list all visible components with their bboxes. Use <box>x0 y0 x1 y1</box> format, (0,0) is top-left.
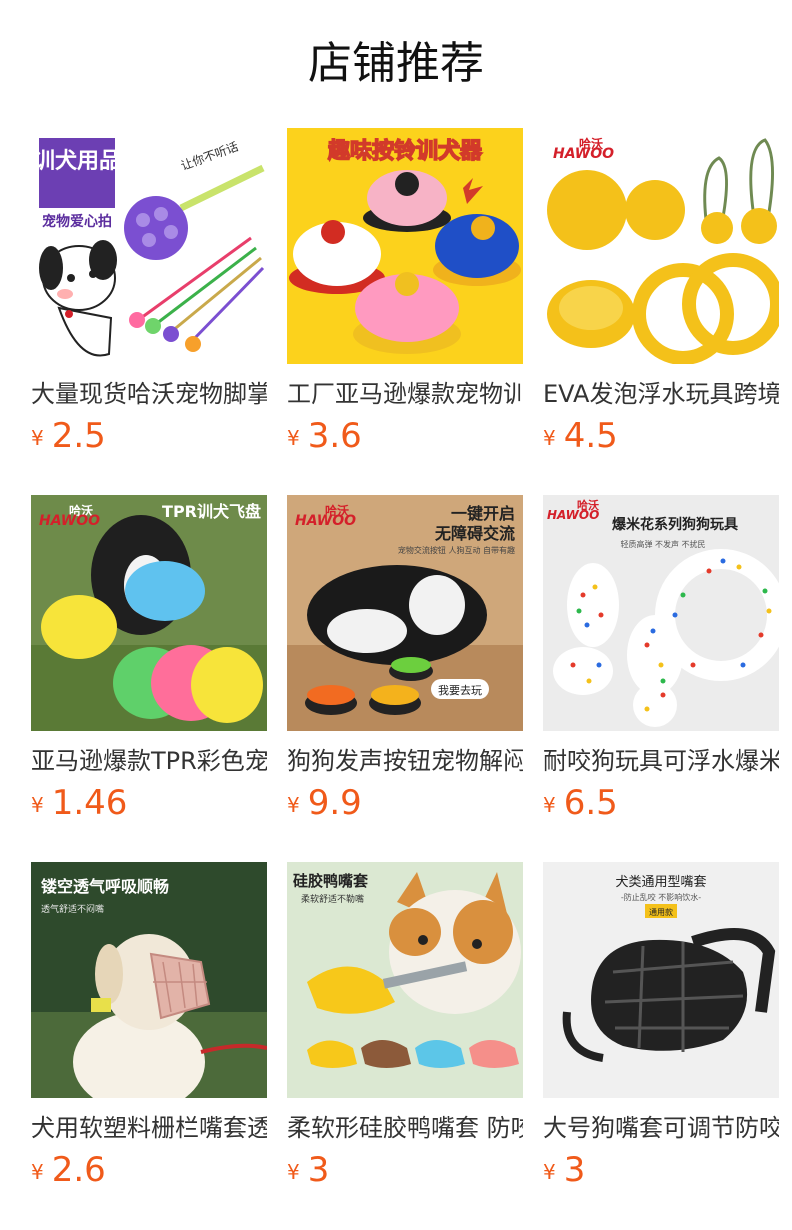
product-name[interactable]: 犬用软塑料栅栏嘴套透气 <box>31 1112 267 1144</box>
currency-symbol: ¥ <box>31 793 44 817</box>
image-tag-text: 通用款 <box>649 907 673 917</box>
price-amount: 3.6 <box>307 416 362 456</box>
product-card[interactable]: 镂空透气呼吸顺畅 透气舒适不闷嘴 犬用软塑料栅栏嘴套透气 ¥2.6 <box>31 862 267 1202</box>
product-image[interactable]: 犬类通用型嘴套 -防止乱咬 不影响饮水- 通用款 <box>543 862 779 1098</box>
product-name[interactable]: 大号狗嘴套可调节防咬防乱吃 <box>543 1112 779 1144</box>
image-sub-text: 宠物交流按钮 人狗互动 自带有趣 <box>398 545 515 555</box>
price-amount: 1.46 <box>51 783 128 823</box>
product-card[interactable]: 训犬用品 宠物爱心拍 让你不听话 大量现货哈沃宠物脚掌 ¥ 2.5 <box>31 128 267 468</box>
product-card[interactable]: 哈沃 HAWOO 一键开启 无障碍交流 宠物交流按钮 人狗互动 自带有趣 我要去… <box>287 495 523 835</box>
product-price: ¥3 <box>287 1150 329 1190</box>
image-sub-text: -防止乱咬 不影响饮水- <box>621 892 701 902</box>
logo-en-text: HAWOO <box>39 513 100 529</box>
product-image[interactable]: 哈沃 HAWOO 一键开启 无障碍交流 宠物交流按钮 人狗互动 自带有趣 我要去… <box>287 495 523 731</box>
product-card[interactable]: 犬类通用型嘴套 -防止乱咬 不影响饮水- 通用款 大号狗嘴套可调节防咬防乱吃 ¥… <box>543 862 779 1202</box>
price-amount: 6.5 <box>563 783 618 823</box>
product-price: ¥9.9 <box>287 783 362 823</box>
currency-symbol: ¥ <box>543 793 556 817</box>
logo-en-text: HAWOO <box>295 513 356 529</box>
product-card[interactable]: 趣味按铃训犬器 工厂亚马逊爆款宠物训练铃 ¥3.6 <box>287 128 523 468</box>
image-banner-text: TPR训犬飞盘 <box>162 502 261 521</box>
product-price: ¥4.5 <box>543 416 618 456</box>
product-name[interactable]: 耐咬狗玩具可浮水爆米花系列 <box>543 745 779 777</box>
image-sub-text: 柔软舒适不勒嘴 <box>301 893 364 905</box>
price-amount: 2.5 <box>51 416 106 456</box>
product-name[interactable]: 工厂亚马逊爆款宠物训练铃 <box>287 378 523 410</box>
currency-symbol: ¥ <box>287 426 300 450</box>
image-sub-text: 宠物爱心拍 <box>42 213 112 230</box>
page-title: 店铺推荐 <box>308 38 484 89</box>
product-price: ¥3 <box>543 1150 585 1190</box>
product-image[interactable]: 哈沃 HAWOO <box>543 128 779 364</box>
currency-symbol: ¥ <box>287 793 300 817</box>
image-sub-text: 透气舒适不闷嘴 <box>41 903 104 915</box>
currency-symbol: ¥ <box>287 1160 300 1184</box>
product-image[interactable]: 哈沃 HAWOO TPR训犬飞盘 <box>31 495 267 731</box>
image-banner-text: 趣味按铃训犬器 <box>327 138 483 164</box>
price-amount: 3 <box>307 1150 330 1190</box>
price-amount: 4.5 <box>563 416 618 456</box>
currency-symbol: ¥ <box>31 1160 44 1184</box>
image-banner-text: 犬类通用型嘴套 <box>615 874 706 890</box>
product-card[interactable]: 哈沃 HAWOO EVA发泡浮水玩具跨境爆款 ¥4.5 <box>543 128 779 468</box>
currency-symbol: ¥ <box>31 426 44 450</box>
product-price: ¥3.6 <box>287 416 362 456</box>
image-banner-text: 训犬用品 <box>33 149 121 174</box>
price-amount: 2.6 <box>51 1150 106 1190</box>
product-card[interactable]: 哈沃 HAWOO TPR训犬飞盘 亚马逊爆款TPR彩色宠物飞盘 ¥1.46 <box>31 495 267 835</box>
product-card[interactable]: 硅胶鸭嘴套 柔软舒适不勒嘴 柔软形硅胶鸭嘴套 防咬 ¥3 <box>287 862 523 1202</box>
product-image[interactable]: 趣味按铃训犬器 <box>287 128 523 364</box>
image-banner-text: 硅胶鸭嘴套 <box>293 872 369 890</box>
product-card[interactable]: 哈沃 HAWOO 爆米花系列狗狗玩具 轻质高弹 不发声 不扰民 耐咬狗玩具可浮水… <box>543 495 779 835</box>
product-price: ¥2.5 <box>31 416 106 456</box>
product-name[interactable]: 大量现货哈沃宠物脚掌训犬拍 <box>31 378 267 410</box>
currency-symbol: ¥ <box>543 1160 556 1184</box>
image-banner-text: 爆米花系列狗狗玩具 <box>612 516 738 533</box>
image-banner-text: 镂空透气呼吸顺畅 <box>41 877 169 896</box>
image-sub-text: 轻质高弹 不发声 不扰民 <box>620 539 705 549</box>
price-amount: 9.9 <box>307 783 362 823</box>
product-image[interactable]: 哈沃 HAWOO 爆米花系列狗狗玩具 轻质高弹 不发声 不扰民 <box>543 495 779 731</box>
logo-en-text: HAWOO <box>553 146 614 162</box>
image-line2-text: 无障碍交流 <box>434 524 515 543</box>
product-name[interactable]: EVA发泡浮水玩具跨境爆款 <box>543 378 779 410</box>
product-name[interactable]: 狗狗发声按钮宠物解闷玩具 <box>287 745 523 777</box>
product-name[interactable]: 柔软形硅胶鸭嘴套 防咬 <box>287 1112 523 1144</box>
product-price: ¥1.46 <box>31 783 127 823</box>
price-amount: 3 <box>563 1150 586 1190</box>
product-image[interactable]: 镂空透气呼吸顺畅 透气舒适不闷嘴 <box>31 862 267 1098</box>
image-line1-text: 一键开启 <box>451 504 515 523</box>
product-price: ¥6.5 <box>543 783 618 823</box>
product-name[interactable]: 亚马逊爆款TPR彩色宠物飞盘 <box>31 745 267 777</box>
logo-en-text: HAWOO <box>547 508 599 522</box>
image-button-text: 我要去玩 <box>438 684 482 697</box>
product-image[interactable]: 硅胶鸭嘴套 柔软舒适不勒嘴 <box>287 862 523 1098</box>
product-image[interactable]: 训犬用品 宠物爱心拍 让你不听话 <box>31 128 267 364</box>
currency-symbol: ¥ <box>543 426 556 450</box>
product-price: ¥2.6 <box>31 1150 106 1190</box>
